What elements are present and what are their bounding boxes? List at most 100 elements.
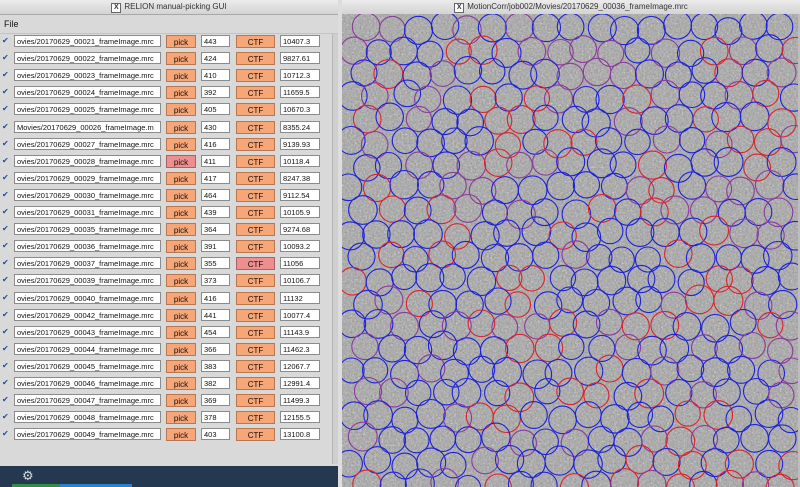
micrograph-filename[interactable]: ovies/20170629_00021_frameImage.mrc [14, 35, 161, 47]
micrograph-filename[interactable]: ovies/20170629_00035_frameImage.mrc [14, 223, 161, 236]
ctf-button[interactable]: CTF [236, 377, 275, 390]
ctf-button[interactable]: CTF [236, 52, 275, 66]
pick-button[interactable]: pick [166, 35, 196, 48]
ctf-button[interactable]: CTF [236, 325, 275, 339]
checkmark-icon[interactable]: ✔ [2, 242, 10, 250]
micrograph-filename[interactable]: ovies/20170629_00025_frameImage.mrc [14, 103, 161, 116]
ctf-button[interactable]: CTF [236, 411, 275, 425]
ctf-button[interactable]: CTF [236, 154, 275, 168]
pick-button[interactable]: pick [166, 52, 196, 66]
ctf-button[interactable]: CTF [236, 342, 275, 356]
ctf-button[interactable]: CTF [236, 291, 275, 305]
micrograph-filename[interactable]: ovies/20170629_00027_frameImage.mrc [14, 137, 161, 150]
checkmark-icon[interactable]: ✔ [2, 327, 10, 336]
micrograph-filename[interactable]: ovies/20170629_00042_frameImage.mrc [14, 308, 161, 321]
checkmark-icon[interactable]: ✔ [2, 310, 10, 319]
micrograph-filename[interactable]: ovies/20170629_00049_frameImage.mrc [14, 428, 161, 441]
micrograph-filename[interactable]: ovies/20170629_00046_frameImage.mrc [14, 377, 161, 389]
checkmark-icon[interactable]: ✔ [2, 396, 10, 404]
micrograph-filename[interactable]: ovies/20170629_00037_frameImage.mrc [14, 257, 161, 270]
checkmark-icon[interactable]: ✔ [2, 54, 10, 62]
pick-button[interactable]: pick [166, 86, 196, 100]
pick-button[interactable]: pick [166, 188, 196, 202]
file-menu[interactable]: File [4, 19, 19, 29]
ctf-button[interactable]: CTF [236, 103, 275, 117]
micrograph-filename[interactable]: ovies/20170629_00036_frameImage.mrc [14, 240, 161, 253]
pick-button[interactable]: pick [166, 342, 196, 356]
checkmark-icon[interactable]: ✔ [2, 413, 10, 421]
checkmark-icon[interactable]: ✔ [2, 156, 10, 165]
checkmark-icon[interactable]: ✔ [2, 88, 10, 96]
checkmark-icon[interactable]: ✔ [2, 276, 10, 284]
ctf-button[interactable]: CTF [236, 69, 275, 83]
ctf-button[interactable]: CTF [236, 171, 275, 185]
pick-button[interactable]: pick [166, 394, 196, 408]
checkmark-icon[interactable]: ✔ [2, 173, 10, 182]
micrograph-filename[interactable]: ovies/20170629_00045_frameImage.mrc [14, 359, 161, 372]
pick-button[interactable]: pick [166, 428, 196, 442]
checkmark-icon[interactable]: ✔ [2, 344, 10, 353]
pick-button[interactable]: pick [166, 359, 196, 373]
micrograph-filename[interactable]: ovies/20170629_00039_frameImage.mrc [14, 274, 161, 287]
micrograph-filename[interactable]: ovies/20170629_00029_frameImage.mrc [14, 171, 161, 184]
ctf-button[interactable]: CTF [236, 120, 275, 134]
checkmark-icon[interactable]: ✔ [2, 37, 10, 45]
ctf-button[interactable]: CTF [236, 394, 275, 408]
micrograph-filename[interactable]: ovies/20170629_00047_frameImage.mrc [14, 394, 161, 407]
checkmark-icon[interactable]: ✔ [2, 139, 10, 148]
micrograph-filename[interactable]: ovies/20170629_00043_frameImage.mrc [14, 325, 161, 338]
micrograph-filename[interactable]: ovies/20170629_00023_frameImage.mrc [14, 69, 161, 82]
pick-button[interactable]: pick [166, 171, 196, 185]
pick-button[interactable]: pick [166, 291, 196, 305]
pick-button[interactable]: pick [166, 325, 196, 339]
pick-button[interactable]: pick [166, 377, 196, 390]
pick-button[interactable]: pick [166, 274, 196, 288]
ctf-button[interactable]: CTF [236, 223, 275, 237]
ctf-button[interactable]: CTF [236, 86, 275, 100]
pick-button[interactable]: pick [166, 103, 196, 117]
checkmark-icon[interactable]: ✔ [2, 208, 10, 216]
micrograph-filename[interactable]: ovies/20170629_00044_frameImage.mrc [14, 342, 161, 355]
micrograph-filename[interactable]: ovies/20170629_00031_frameImage.mrc [14, 206, 161, 218]
ctf-button[interactable]: CTF [236, 137, 275, 151]
checkmark-icon[interactable]: ✔ [2, 430, 10, 438]
gear-icon[interactable]: ⚙ [22, 468, 34, 484]
checkmark-icon[interactable]: ✔ [2, 122, 10, 131]
ctf-button[interactable]: CTF [236, 240, 275, 254]
ctf-button[interactable]: CTF [236, 35, 275, 48]
checkmark-icon[interactable]: ✔ [2, 105, 10, 113]
ctf-button[interactable]: CTF [236, 206, 275, 219]
checkmark-icon[interactable]: ✔ [2, 225, 10, 233]
ctf-button[interactable]: CTF [236, 274, 275, 288]
micrograph-filename[interactable]: ovies/20170629_00040_frameImage.mrc [14, 291, 161, 304]
micrograph-filename[interactable]: ovies/20170629_00030_frameImage.mrc [14, 188, 161, 201]
micrograph-image[interactable] [342, 14, 798, 487]
pick-button[interactable]: pick [166, 206, 196, 219]
ctf-button[interactable]: CTF [236, 188, 275, 202]
pick-button[interactable]: pick [166, 257, 196, 271]
checkmark-icon[interactable]: ✔ [2, 259, 10, 267]
pick-button[interactable]: pick [166, 308, 196, 322]
micrograph-filename[interactable]: ovies/20170629_00028_frameImage.mrc [14, 154, 161, 167]
pick-button[interactable]: pick [166, 411, 196, 425]
micrograph-filename[interactable]: ovies/20170629_00024_frameImage.mrc [14, 86, 161, 99]
checkmark-icon[interactable]: ✔ [2, 190, 10, 199]
ctf-button[interactable]: CTF [236, 257, 275, 271]
micrograph-filename[interactable]: Movies/20170629_00026_frameImage.m [14, 120, 161, 133]
pick-button[interactable]: pick [166, 154, 196, 168]
checkmark-icon[interactable]: ✔ [2, 361, 10, 370]
ctf-button[interactable]: CTF [236, 359, 275, 373]
checkmark-icon[interactable]: ✔ [2, 379, 10, 387]
pick-button[interactable]: pick [166, 137, 196, 151]
ctf-button[interactable]: CTF [236, 428, 275, 442]
pick-button[interactable]: pick [166, 69, 196, 83]
right-window-titlebar[interactable]: X MotionCorr/job002/Movies/20170629_00036… [342, 0, 800, 15]
left-window-titlebar[interactable]: X RELION manual-picking GUI [0, 0, 338, 15]
ctf-button[interactable]: CTF [236, 308, 275, 322]
checkmark-icon[interactable]: ✔ [2, 293, 10, 302]
pick-button[interactable]: pick [166, 120, 196, 134]
micrograph-filename[interactable]: ovies/20170629_00022_frameImage.mrc [14, 52, 161, 65]
micrograph-filename[interactable]: ovies/20170629_00048_frameImage.mrc [14, 411, 161, 424]
checkmark-icon[interactable]: ✔ [2, 71, 10, 79]
pick-button[interactable]: pick [166, 223, 196, 237]
